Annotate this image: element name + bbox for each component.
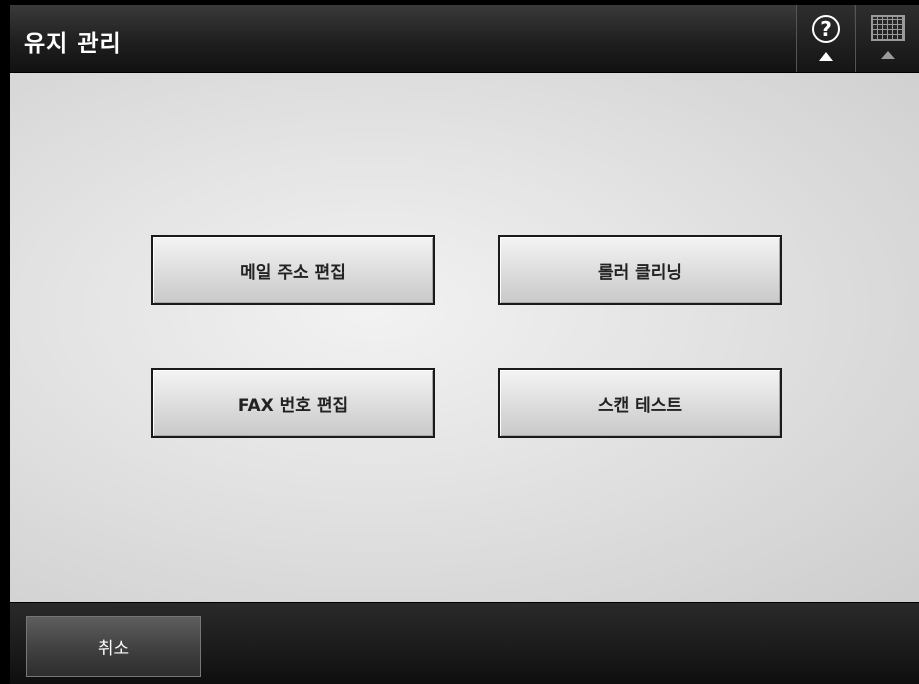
help-icon: ? (812, 15, 840, 43)
edit-fax-number-button[interactable]: FAX 번호 편집 (151, 368, 435, 438)
help-button[interactable]: ? (796, 5, 854, 72)
scan-test-button[interactable]: 스캔 테스트 (498, 368, 782, 438)
roller-cleaning-button[interactable]: 롤러 클리닝 (498, 235, 782, 305)
edit-email-address-button[interactable]: 메일 주소 편집 (151, 235, 435, 305)
page-title: 유지 관리 (24, 31, 122, 57)
maintenance-screen: 유지 관리 ? 메일 주소 편집 롤러 클리닝 FAX 번호 편집 스캔 테스트… (0, 0, 919, 684)
keyboard-icon (871, 15, 905, 41)
main-content: 메일 주소 편집 롤러 클리닝 FAX 번호 편집 스캔 테스트 (10, 73, 919, 602)
expand-up-icon (819, 52, 833, 61)
header-bar: 유지 관리 ? (10, 5, 919, 73)
cancel-button[interactable]: 취소 (26, 616, 201, 677)
footer-bar: 취소 (10, 602, 919, 684)
keyboard-button[interactable] (855, 5, 919, 72)
expand-up-icon (881, 51, 895, 59)
